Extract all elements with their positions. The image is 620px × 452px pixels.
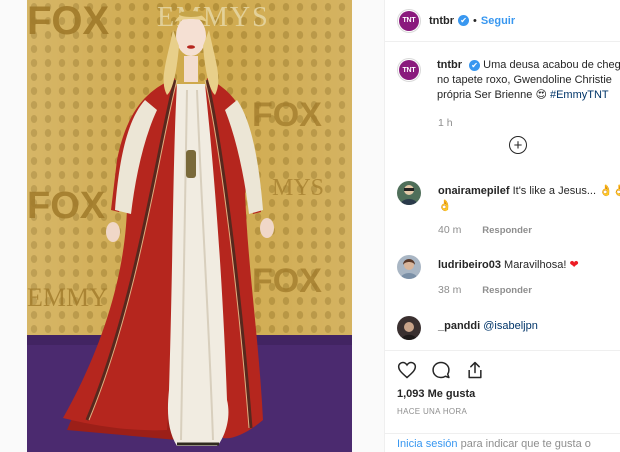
follow-button[interactable]: Seguir bbox=[481, 15, 515, 27]
backdrop-emmy-low: EMMY bbox=[27, 283, 108, 312]
backdrop-fox-top: FOX bbox=[27, 0, 110, 43]
post-photo[interactable]: FOX EMMYS FOX EMMY FOX MYS FOX bbox=[27, 0, 352, 452]
comment-time[interactable]: 38 m bbox=[438, 284, 461, 296]
caption-avatar[interactable]: TNT bbox=[397, 58, 421, 82]
header-separator: • bbox=[473, 14, 477, 27]
comment-text: It's like a Jesus... 👌👌 bbox=[512, 185, 620, 197]
caption-line-3: própria Ser Brienne 😍 bbox=[437, 89, 550, 101]
posted-time[interactable]: HACE UNA HORA bbox=[397, 407, 467, 416]
comment-username[interactable]: onairamepilef bbox=[438, 185, 510, 197]
action-icons bbox=[397, 360, 485, 380]
photo-illustration: FOX EMMYS FOX EMMY FOX MYS FOX bbox=[27, 0, 352, 452]
caption-username[interactable]: tntbr bbox=[437, 59, 462, 71]
login-link[interactable]: Inicia sesión bbox=[397, 438, 458, 450]
instagram-post-frame: FOX EMMYS FOX EMMY FOX MYS FOX TNT tntbr… bbox=[0, 0, 620, 452]
verified-badge-icon: ✔ bbox=[469, 59, 481, 71]
comment-icon[interactable] bbox=[431, 360, 451, 380]
comment-username[interactable]: _panddi bbox=[438, 320, 480, 332]
comment-text-continued: 👌 bbox=[438, 200, 452, 212]
comment-body: onairamepilef It's like a Jesus... 👌👌 👌 bbox=[438, 184, 620, 214]
comment-meta: 38 m Responder bbox=[438, 284, 532, 296]
caption-hashtag[interactable]: #EmmyTNT bbox=[550, 89, 609, 101]
commenter-avatar[interactable] bbox=[397, 316, 421, 340]
likes-count[interactable]: 1,093 Me gusta bbox=[397, 388, 475, 400]
caption-timestamp[interactable]: 1 h bbox=[438, 117, 453, 129]
caption-line-1: Uma deusa acabou de chega bbox=[483, 59, 620, 71]
post-side-panel: TNT tntbr ✔ • Seguir TNT tntbr ✔ Uma deu… bbox=[384, 0, 620, 452]
tnt-logo-icon: TNT bbox=[399, 10, 419, 31]
backdrop-emmys: EMMYS bbox=[157, 2, 270, 33]
svg-text:FOX: FOX bbox=[252, 96, 322, 134]
comment-text: Maravilhosa! bbox=[504, 259, 570, 271]
comment-body: _panddi @isabeljpn bbox=[438, 319, 620, 334]
caption-line-2: no tapete roxo, Gwendoline Christie bbox=[437, 74, 612, 86]
login-prompt: Inicia sesión para indicar que te gusta … bbox=[385, 433, 620, 452]
comment-meta: 40 m Responder bbox=[438, 224, 532, 236]
post-header: TNT tntbr ✔ • Seguir bbox=[385, 0, 620, 42]
author-avatar[interactable]: TNT bbox=[397, 8, 421, 33]
caption-text: tntbr ✔ Uma deusa acabou de chega no tap… bbox=[437, 58, 620, 103]
login-prompt-text: para indicar que te gusta o bbox=[457, 438, 591, 450]
comment-username[interactable]: ludribeiro03 bbox=[438, 259, 501, 271]
plus-circle-icon[interactable]: + bbox=[509, 136, 527, 154]
author-username[interactable]: tntbr bbox=[429, 15, 454, 27]
post-actions: 1,093 Me gusta HACE UNA HORA Inicia sesi… bbox=[385, 350, 620, 452]
share-icon[interactable] bbox=[465, 360, 485, 380]
backdrop-fox-mid: FOX bbox=[27, 185, 106, 227]
comment-mention[interactable]: @isabeljpn bbox=[483, 320, 538, 332]
commenter-avatar[interactable] bbox=[397, 181, 421, 205]
verified-badge-icon: ✔ bbox=[458, 15, 470, 26]
svg-text:MYS: MYS bbox=[272, 175, 324, 201]
tnt-logo-icon: TNT bbox=[399, 60, 419, 80]
comment-body: ludribeiro03 Maravilhosa! ❤ bbox=[438, 258, 620, 273]
svg-text:FOX: FOX bbox=[252, 262, 322, 300]
reply-button[interactable]: Responder bbox=[482, 225, 532, 236]
comment-time[interactable]: 40 m bbox=[438, 224, 461, 236]
commenter-avatar[interactable] bbox=[397, 255, 421, 279]
heart-icon[interactable] bbox=[397, 360, 417, 380]
reply-button[interactable]: Responder bbox=[482, 285, 532, 296]
heart-emoji-icon: ❤ bbox=[569, 259, 579, 271]
